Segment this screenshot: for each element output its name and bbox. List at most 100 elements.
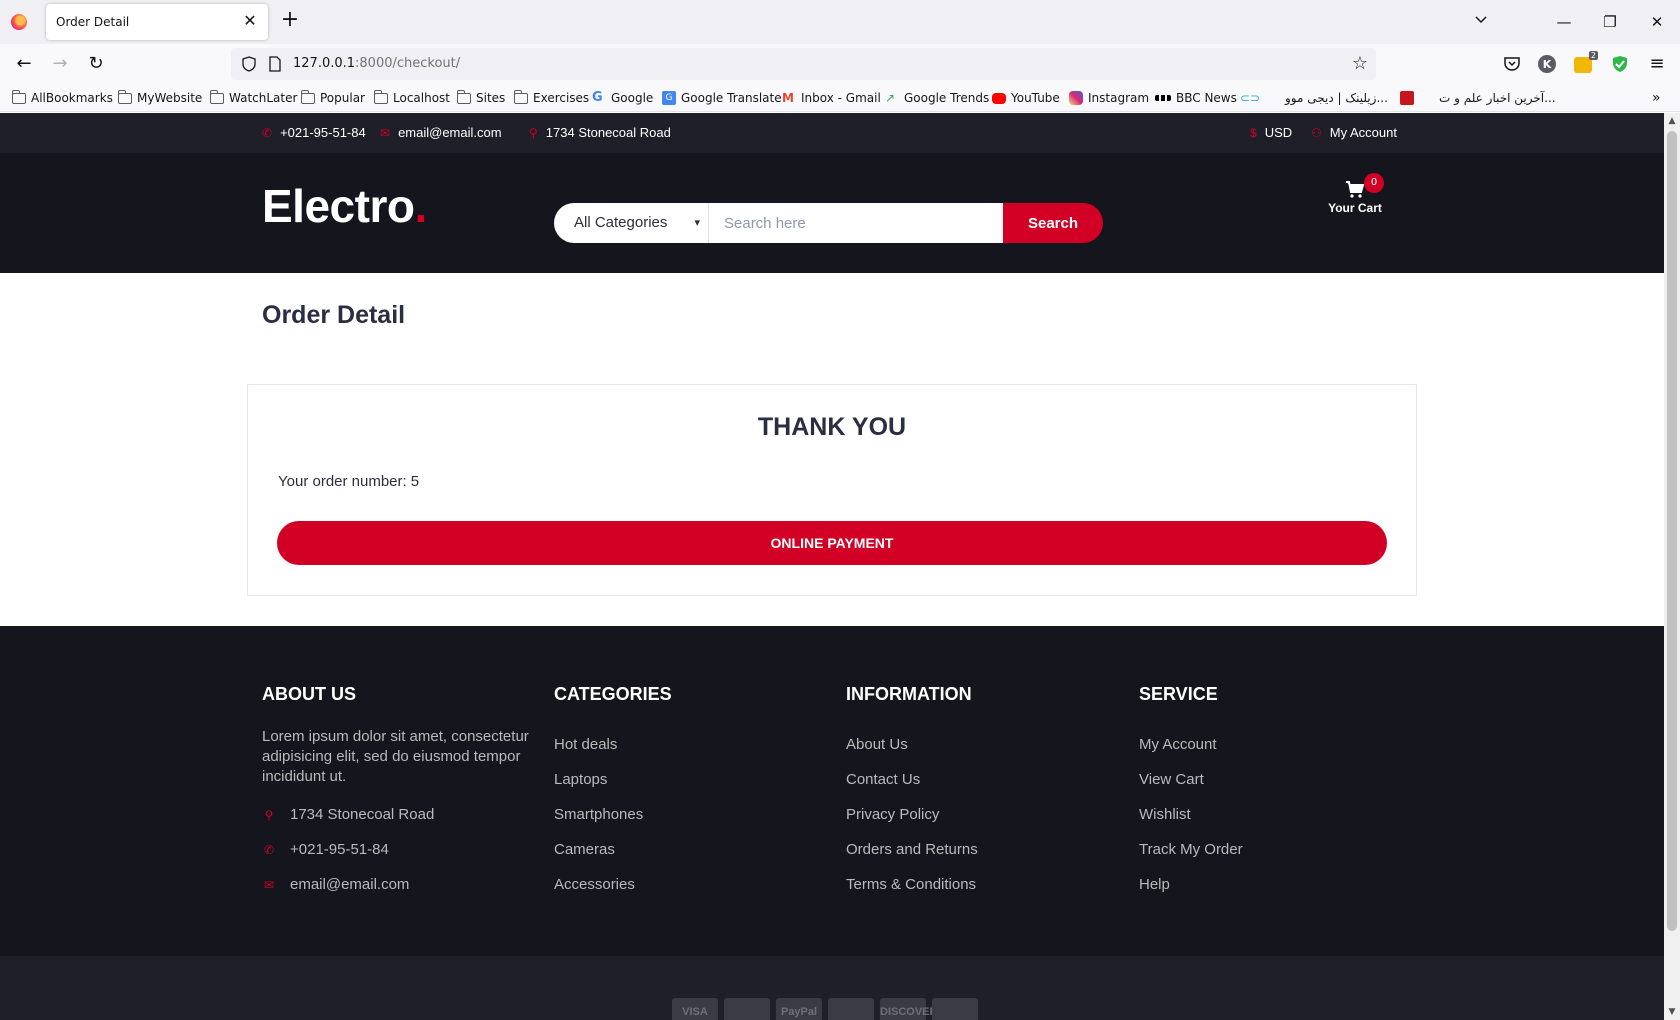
folder-icon — [117, 89, 132, 104]
site-logo[interactable]: Electro. — [262, 179, 427, 233]
browser-nav-bar: ← → ↻ 127.0.0.1:8000/checkout/ ☆ K 2 ≡ — [0, 44, 1680, 84]
bookmark-label: Google — [611, 91, 654, 105]
back-button[interactable]: ← — [12, 52, 36, 76]
footer-category-link[interactable]: Laptops — [554, 762, 824, 797]
minimize-window-button[interactable]: — — [1552, 10, 1576, 34]
category-select[interactable]: All Categories ▾ — [554, 203, 709, 243]
bookmark-item[interactable]: YouTube — [992, 90, 1060, 106]
url-bar[interactable]: 127.0.0.1:8000/checkout/ ☆ — [231, 48, 1376, 80]
new-tab-button[interactable]: + — [278, 9, 302, 33]
footer-service-link[interactable]: Track My Order — [1139, 832, 1409, 867]
scroll-up-icon[interactable]: ▲ — [1664, 113, 1680, 129]
chevron-down-icon: ▾ — [694, 217, 700, 229]
page-scrollbar[interactable]: ▲ ▼ — [1664, 113, 1680, 1020]
bookmark-label: زیلینک | دیجی موو... — [1285, 91, 1388, 105]
footer-email: email@email.com — [290, 876, 410, 893]
bookmark-item[interactable]: G Google Translate — [662, 90, 782, 106]
envelope-icon: ✉ — [380, 125, 391, 140]
bookmark-item[interactable]: M Inbox - Gmail — [782, 90, 881, 106]
footer-information-link[interactable]: Orders and Returns — [846, 832, 1116, 867]
bookmark-item[interactable]: Popular — [300, 89, 365, 106]
bookmark-label: YouTube — [1011, 91, 1060, 105]
bookmark-label: Instagram — [1088, 91, 1150, 105]
url-text[interactable]: 127.0.0.1:8000/checkout/ — [293, 56, 460, 71]
reload-button[interactable]: ↻ — [84, 52, 108, 76]
bookmark-item[interactable]: MyWebsite — [117, 89, 202, 106]
my-account-label: My Account — [1329, 125, 1397, 140]
footer-phone-link[interactable]: ✆ +021-95-51-84 — [262, 832, 532, 867]
footer-address-link[interactable]: ⚲ 1734 Stonecoal Road — [262, 797, 532, 832]
extension-icon[interactable]: 2 — [1574, 51, 1598, 73]
footer-information-link[interactable]: Terms & Conditions — [846, 867, 1116, 902]
close-tab-icon[interactable]: ✕ — [240, 11, 260, 31]
bookmark-item[interactable]: G Google — [592, 90, 653, 106]
cart-quantity-badge: 0 — [1364, 173, 1384, 193]
my-account-link[interactable]: ⚇ My Account — [1311, 125, 1397, 140]
bookmark-item[interactable]: Sites — [456, 89, 506, 106]
currency-link[interactable]: $ USD — [1250, 125, 1292, 140]
bookmark-item[interactable]: Localhost — [373, 89, 451, 106]
bookmark-item[interactable]: Exercises — [513, 89, 590, 106]
pocket-icon[interactable] — [1502, 54, 1522, 74]
google-translate-icon: G — [662, 91, 676, 105]
footer-service-link[interactable]: Wishlist — [1139, 797, 1409, 832]
list-all-tabs-icon[interactable] — [1470, 11, 1492, 33]
bookmark-label: Localhost — [393, 91, 451, 105]
bookmark-item[interactable]: آخرین اخبار علم و ت... — [1400, 90, 1556, 106]
restore-window-button[interactable]: ❐ — [1598, 10, 1622, 34]
bookmark-item[interactable]: Instagram — [1069, 90, 1149, 106]
bookmark-label: Exercises — [533, 91, 590, 105]
footer-information-link[interactable]: Contact Us — [846, 762, 1116, 797]
phone-icon: ✆ — [263, 842, 275, 857]
user-icon: ⚇ — [1311, 125, 1322, 140]
bookmark-star-icon[interactable]: ☆ — [1352, 54, 1368, 74]
bookmark-label: AllBookmarks — [31, 91, 113, 105]
bookmark-item[interactable]: AllBookmarks — [11, 89, 113, 106]
footer-category-link[interactable]: Hot deals — [554, 727, 824, 762]
category-selected: All Categories — [574, 214, 668, 231]
scroll-down-icon[interactable]: ▼ — [1664, 1004, 1680, 1020]
menu-icon[interactable]: ≡ — [1645, 52, 1669, 76]
order-summary-box: THANK YOU Your order number: 5 ONLINE PAY… — [247, 384, 1417, 596]
bookmark-label: Sites — [476, 91, 506, 105]
visa-icon: VISA — [672, 998, 718, 1020]
footer-category-link[interactable]: Smartphones — [554, 797, 824, 832]
bookmark-item[interactable]: ↗ Google Trends — [885, 90, 989, 106]
main-content: Order Detail THANK YOU Your order number… — [0, 273, 1664, 626]
footer-information-link[interactable]: Privacy Policy — [846, 797, 1116, 832]
footer-about-text: Lorem ipsum dolor sit amet, consectetur … — [262, 728, 529, 785]
google-trends-icon: ↗ — [885, 91, 896, 105]
footer-service-link[interactable]: View Cart — [1139, 762, 1409, 797]
online-payment-button[interactable]: ONLINE PAYMENT — [277, 521, 1387, 565]
forward-button[interactable]: → — [48, 52, 72, 76]
footer-email-link[interactable]: ✉ email@email.com — [262, 867, 532, 902]
cart-link[interactable]: Your Cart 0 — [1320, 173, 1390, 223]
map-marker-icon: ⚲ — [529, 125, 538, 140]
header-address-link[interactable]: ⚲ 1734 Stonecoal Road — [529, 125, 671, 140]
search-form: All Categories ▾ Search — [554, 203, 1103, 243]
shopping-cart-icon — [1346, 181, 1365, 198]
account-avatar-icon[interactable]: K — [1538, 55, 1556, 73]
more-bookmarks-icon[interactable]: » — [1652, 90, 1661, 106]
bookmark-label: Google Trends — [904, 91, 990, 105]
bookmark-item[interactable]: WatchLater — [209, 89, 297, 106]
browser-tab-active[interactable]: Order Detail ✕ — [46, 4, 268, 40]
tracking-shield-icon[interactable] — [241, 56, 257, 72]
header-phone-link[interactable]: ✆ +021-95-51-84 — [262, 125, 366, 140]
footer-service-link[interactable]: Help — [1139, 867, 1409, 902]
page-info-icon[interactable] — [267, 56, 283, 72]
footer-category-link[interactable]: Accessories — [554, 867, 824, 902]
bookmark-item[interactable]: ⊂⊃ زیلینک | دیجی موو... — [1240, 90, 1388, 106]
footer-category-link[interactable]: Cameras — [554, 832, 824, 867]
header-email-link[interactable]: ✉ email@email.com — [380, 125, 502, 140]
footer-information-link[interactable]: About Us — [846, 727, 1116, 762]
close-window-button[interactable]: ✕ — [1645, 10, 1669, 34]
folder-icon — [456, 89, 471, 104]
payment-methods: VISA PayPal DISCOVER — [672, 998, 978, 1020]
footer-service-link[interactable]: My Account — [1139, 727, 1409, 762]
shield-extension-icon[interactable] — [1610, 54, 1630, 74]
search-button[interactable]: Search — [1003, 203, 1103, 243]
search-input[interactable] — [709, 203, 1004, 243]
bookmark-item[interactable]: BBC News — [1155, 90, 1237, 106]
scrollbar-thumb[interactable] — [1667, 131, 1677, 931]
